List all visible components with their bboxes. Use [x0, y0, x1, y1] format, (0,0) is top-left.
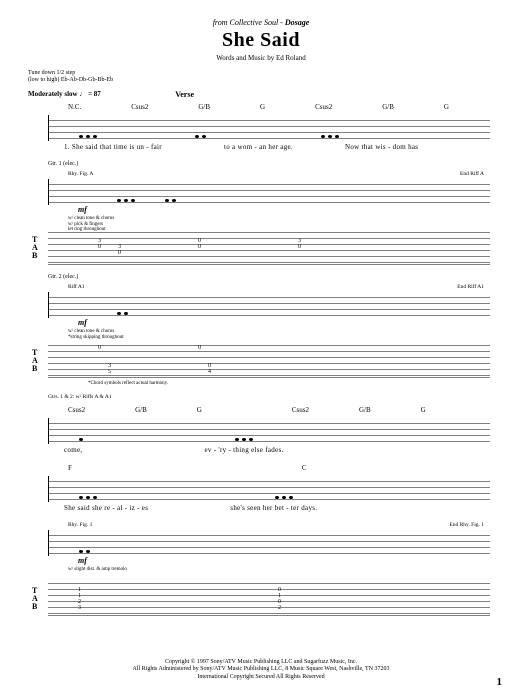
gtr2-tab: TAB 0 35 0 04: [48, 343, 490, 379]
lyric-1c: Now that wis - dom has: [345, 143, 418, 151]
chord-g-3: G: [197, 406, 202, 416]
tab-nums-g2-2: 35: [108, 363, 111, 375]
system-gtr1: Rhy. Fig. A End Riff A mf w/ clean tone …: [28, 171, 494, 266]
rhyfig-staff: [48, 530, 490, 556]
system-4-vocal: F C She said she re - al - iz - es she's…: [28, 464, 494, 514]
chord-gb-2: G/B: [382, 103, 394, 113]
lyric-row-3: She said she re - al - iz - es she's see…: [28, 504, 494, 514]
chord-footnote: *Chord symbols reflect actual harmony.: [28, 381, 494, 386]
tab-nums-1: 30: [98, 238, 101, 250]
credits: Words and Music by Ed Roland: [28, 54, 494, 62]
chord-gb: G/B: [198, 103, 210, 113]
chord-row-3: Csus2 G/B G Csus2 G/B G: [28, 406, 494, 416]
tab-label-2: TAB: [32, 349, 38, 373]
tab-nums-2: 30: [118, 244, 121, 256]
chord-g-4: G: [421, 406, 426, 416]
vocal-staff-4: [48, 476, 490, 502]
gtr1-label: Gtr. 1 (elec.): [28, 161, 494, 167]
dynamic-mf-2: mf: [28, 318, 494, 328]
tuning-line2: (low to high) Eb-Ab-Db-Gb-Bb-Eb: [28, 77, 494, 84]
tab-nums-4: 30: [298, 238, 301, 250]
perf-note-2: w/ clean tone & chorus *string skipping …: [28, 329, 494, 343]
tab-nums-s5-1: 1123: [78, 587, 81, 611]
vocal-staff-3: [48, 418, 490, 444]
tab-nums-g2-1: 0: [98, 345, 101, 351]
lyric-row-1: 1. She said that time is un - fair to a …: [28, 143, 494, 153]
chord-gb-3: G/B: [135, 406, 147, 416]
gtr1-tab: TAB 30 30 00 30: [48, 230, 490, 266]
gtr1-staff: [48, 179, 490, 205]
gtr2-staff: [48, 292, 490, 318]
page-number: 1: [497, 676, 503, 688]
chord-f: F: [68, 464, 72, 474]
lyric-2a: come,: [64, 446, 82, 454]
lyric-1b: to a wom - an her age.: [224, 143, 293, 151]
tab-label-3: TAB: [32, 587, 38, 611]
tab-label-1: TAB: [32, 236, 38, 260]
chord-g: G: [260, 103, 265, 113]
dist-tremolo-note: w/ slight dist. & amp tremolo: [68, 567, 494, 573]
copyright-block: Copyright © 1997 Sony/ATV Music Publishi…: [0, 659, 522, 682]
chord-row-1: N.C. Csus2 G/B G Csus2 G/B G: [28, 103, 494, 113]
perf-note-1: w/ clean tone & chorus w/ pick & fingers…: [28, 216, 494, 230]
string-skip-note: *string skipping throughout: [68, 335, 494, 341]
chord-c: C: [302, 464, 307, 474]
vocal-staff-1: [48, 115, 490, 141]
copyright-3: International Copyright Secured All Righ…: [0, 674, 522, 682]
rhyfig1-label: Rhy. Fig. 1: [28, 522, 92, 530]
chord-row-4: F C: [28, 464, 494, 474]
end-rhyfig1: End Rhy. Fig. 1: [449, 522, 494, 530]
tab-nums-s5-2: 0102: [278, 587, 281, 611]
chord-nc: N.C.: [68, 103, 81, 113]
chord-gb-4: G/B: [359, 406, 371, 416]
chord-g-2: G: [444, 103, 449, 113]
tempo-marking: Moderately slow ♩ = 87: [28, 90, 101, 99]
chord-csus2: Csus2: [131, 103, 148, 113]
perf-note-3: w/ slight dist. & amp tremolo: [28, 567, 494, 581]
lyric-row-2: come, ev - 'ry - thing else fades.: [28, 446, 494, 456]
tab-nums-g2-4: 04: [208, 363, 211, 375]
source-line: from Collective Soul - Dosage: [28, 18, 494, 27]
w-riffs-label: Gtrs. 1 & 2: w/ Riffs A & A1: [28, 394, 494, 402]
dynamic-mf-3: mf: [28, 556, 494, 566]
system-5-rhyfig: Rhy. Fig. 1 End Rhy. Fig. 1 mf w/ slight…: [28, 522, 494, 617]
system-3-vocal: Csus2 G/B G Csus2 G/B G come, ev - 'ry -…: [28, 406, 494, 456]
copyright-1: Copyright © 1997 Sony/ATV Music Publishi…: [0, 659, 522, 667]
header: from Collective Soul - Dosage She Said W…: [28, 18, 494, 62]
copyright-2: All Rights Administered by Sony/ATV Musi…: [0, 666, 522, 674]
album-name: Dosage: [285, 18, 309, 27]
song-title: She Said: [28, 29, 494, 52]
lyric-2b: ev - 'ry - thing else fades.: [204, 446, 283, 454]
end-riff-a: End Riff A: [460, 171, 494, 179]
source-prefix: from Collective Soul -: [213, 18, 283, 27]
rhyfig-tab: TAB 1123 0102: [48, 581, 490, 617]
lyric-3b: she's seen her bet - ter days.: [230, 504, 317, 512]
lyric-1a: 1. She said that time is un - fair: [64, 143, 162, 151]
sheet-music-page: from Collective Soul - Dosage She Said W…: [0, 0, 522, 696]
verse-label: Verse: [175, 90, 194, 99]
riff-a-label: Rhy. Fig. A: [28, 171, 93, 179]
dynamic-mf-1: mf: [28, 205, 494, 215]
lyric-3a: She said she re - al - iz - es: [64, 504, 148, 512]
gtr2-label: Gtr. 2 (elec.): [28, 274, 494, 280]
tab-nums-3: 00: [198, 238, 201, 250]
end-riff-a1: End Riff A1: [457, 284, 494, 292]
chord-csus2-4: Csus2: [292, 406, 309, 416]
tuning-note: Tune down 1/2 step (low to high) Eb-Ab-D…: [28, 70, 494, 84]
tab-nums-g2-3: 0: [198, 345, 201, 351]
tempo-row: Moderately slow ♩ = 87 Verse: [28, 90, 494, 99]
system-1-vocal: N.C. Csus2 G/B G Csus2 G/B G 1. She said…: [28, 103, 494, 153]
system-gtr2: Riff A1 End Riff A1 mf w/ clean tone & c…: [28, 284, 494, 386]
chord-csus2-3: Csus2: [68, 406, 85, 416]
chord-csus2-2: Csus2: [315, 103, 332, 113]
riff-a1-label: Riff A1: [28, 284, 85, 292]
